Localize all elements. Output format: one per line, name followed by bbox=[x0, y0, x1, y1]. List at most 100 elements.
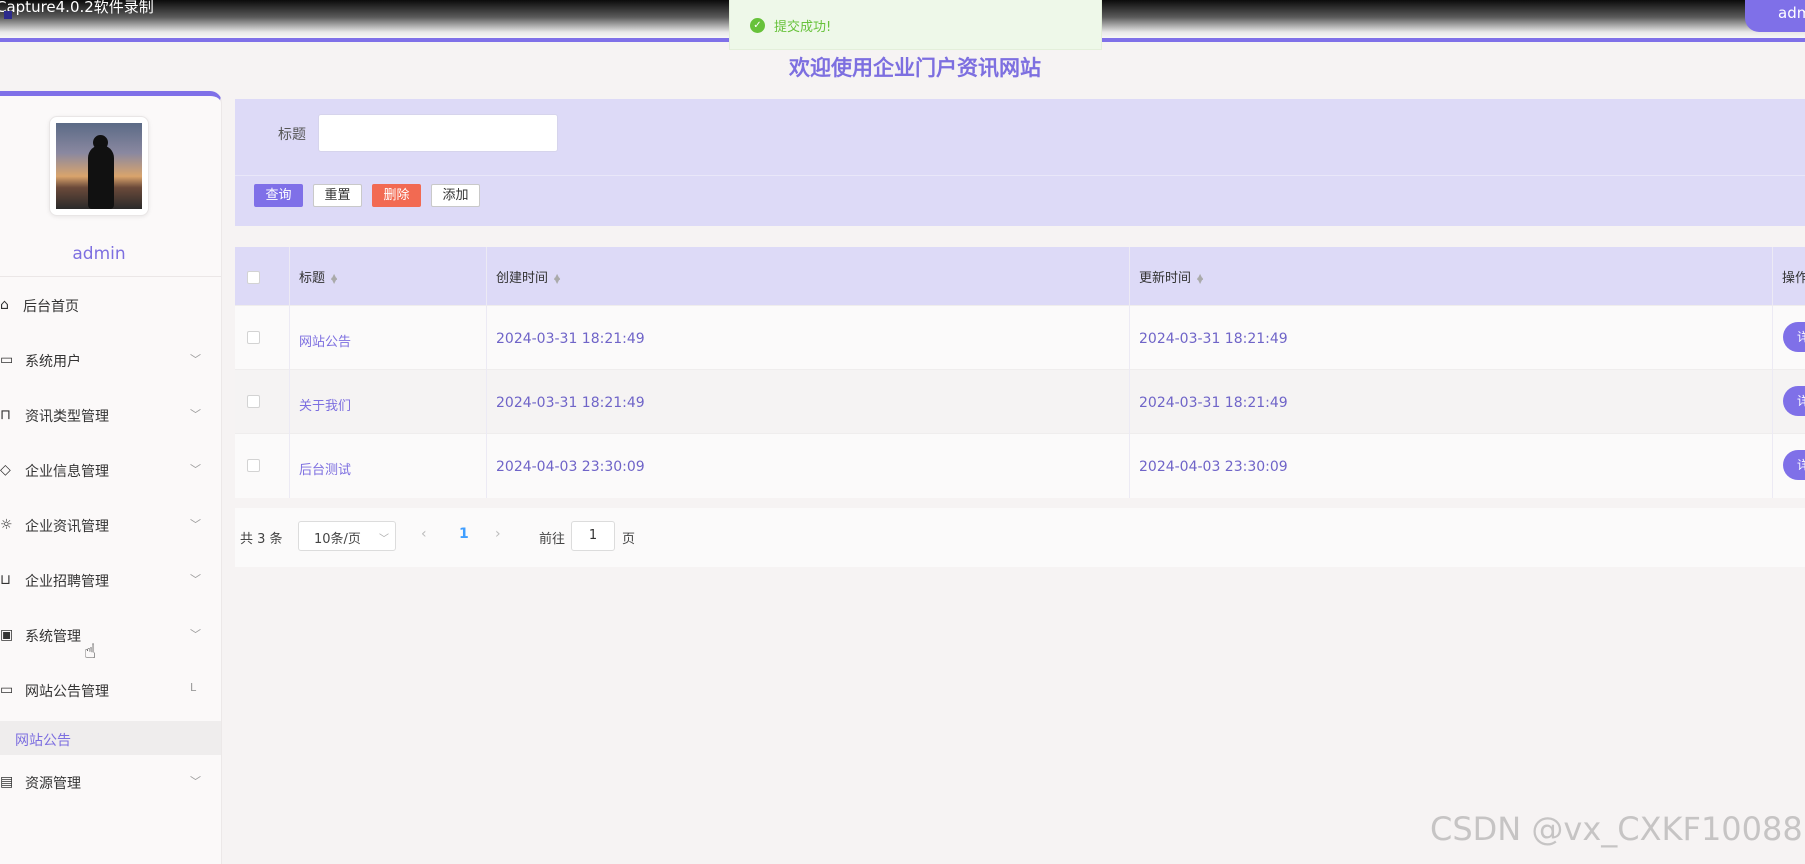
row-detail-button[interactable]: 详 bbox=[1783, 322, 1805, 352]
select-all-checkbox[interactable] bbox=[247, 271, 260, 284]
sidebar-subitem-announcement[interactable]: 网站公告 bbox=[0, 721, 221, 755]
row-created-time: 2024-03-31 18:21:49 bbox=[496, 395, 645, 411]
home-icon: ⌂ bbox=[0, 297, 9, 313]
row-title-link[interactable]: 网站公告 bbox=[299, 331, 351, 350]
row-title-link[interactable]: 关于我们 bbox=[299, 395, 351, 414]
column-header-title[interactable]: 标题 ▲ ▼ bbox=[299, 267, 337, 286]
sidebar-item-announcements[interactable]: ▭ 网站公告管理 ᒪ bbox=[0, 668, 221, 716]
inbox-icon: ⊔ bbox=[0, 572, 11, 588]
sort-icon[interactable]: ▲ ▼ bbox=[554, 272, 560, 284]
tag-icon: ◇ bbox=[0, 462, 11, 478]
sun-icon: ☼ bbox=[0, 517, 13, 533]
prev-page-button[interactable]: ‹ bbox=[421, 526, 427, 542]
check-circle-icon: ✓ bbox=[750, 18, 765, 33]
sidebar-item-label: 系统用户 bbox=[25, 354, 81, 370]
sidebar-item-label: 后台首页 bbox=[23, 299, 79, 315]
chevron-down-icon: ﹀ bbox=[190, 775, 201, 788]
sidebar-item-label: 网站公告管理 bbox=[25, 684, 109, 700]
row-created-time: 2024-03-31 18:21:49 bbox=[496, 331, 645, 347]
row-checkbox[interactable] bbox=[247, 459, 260, 472]
sidebar-item-home[interactable]: ⌂ 后台首页 bbox=[0, 283, 221, 331]
sidebar-username: admin bbox=[72, 244, 126, 264]
row-checkbox[interactable] bbox=[247, 331, 260, 344]
goto-label: 前往 bbox=[539, 532, 566, 547]
column-header-created[interactable]: 创建时间 ▲ ▼ bbox=[496, 267, 560, 286]
sidebar-item-label: 资源管理 bbox=[25, 776, 81, 792]
table-row[interactable]: 后台测试 2024-04-03 23:30:09 2024-04-03 23:3… bbox=[235, 433, 1805, 497]
sidebar-item-system-users[interactable]: ▭ 系统用户 ﹀ bbox=[0, 338, 221, 386]
chevron-down-icon: ﹀ bbox=[190, 353, 201, 366]
page-size-select[interactable]: 10条/页 ﹀ bbox=[298, 521, 396, 551]
caption-square-icon bbox=[4, 11, 12, 19]
chevron-down-icon: ﹀ bbox=[190, 408, 201, 421]
avatar[interactable] bbox=[49, 116, 149, 216]
title-search-input[interactable] bbox=[318, 114, 558, 152]
avatar-person-body bbox=[88, 145, 114, 209]
column-header-ops: 操作 bbox=[1782, 271, 1805, 286]
column-divider bbox=[1129, 247, 1130, 498]
search-panel: 标题 查询 重置 删除 添加 bbox=[235, 99, 1805, 226]
row-checkbox[interactable] bbox=[247, 395, 260, 408]
sidebar-item-label: 资讯类型管理 bbox=[25, 409, 109, 425]
row-detail-button[interactable]: 详 bbox=[1783, 386, 1805, 416]
user-menu-button[interactable]: admin bbox=[1745, 0, 1805, 32]
chevron-down-icon: ﹀ bbox=[379, 534, 389, 545]
table-header: 标题 ▲ ▼ 创建时间 ▲ ▼ 更新时间 ▲ ▼ 操作 bbox=[235, 247, 1805, 305]
sidebar-item-recruitment[interactable]: ⊔ 企业招聘管理 ﹀ bbox=[0, 558, 221, 606]
page-suffix-label: 页 bbox=[622, 532, 636, 547]
sidebar-item-news-types[interactable]: ⊓ 资讯类型管理 ﹀ bbox=[0, 393, 221, 441]
sidebar-item-label: 系统管理 bbox=[25, 629, 81, 645]
sidebar-item-label: 企业招聘管理 bbox=[25, 574, 109, 590]
sidebar-item-company-info[interactable]: ◇ 企业信息管理 ﹀ bbox=[0, 448, 221, 496]
column-header-label: 创建时间 bbox=[496, 271, 549, 286]
search-divider bbox=[235, 175, 1805, 176]
column-divider bbox=[486, 247, 487, 498]
chevron-down-icon: ﹀ bbox=[190, 573, 201, 586]
sort-icon[interactable]: ▲ ▼ bbox=[331, 272, 337, 284]
page-number-current[interactable]: 1 bbox=[459, 526, 469, 542]
sort-icon[interactable]: ▲ ▼ bbox=[1197, 272, 1203, 284]
clipboard-icon: ▣ bbox=[0, 627, 14, 643]
pagination-total: 共 3 条 bbox=[240, 532, 283, 547]
hand-cursor-icon: ☝ bbox=[84, 639, 97, 663]
column-header-label: 更新时间 bbox=[1139, 271, 1192, 286]
capture-caption: Capture4.0.2软件录制 bbox=[0, 0, 154, 16]
message-icon: ▭ bbox=[0, 682, 14, 698]
pagination: 共 3 条 10条/页 ﹀ ‹ 1 › 前往 1 页 bbox=[235, 508, 1805, 567]
sidebar-divider bbox=[0, 276, 221, 277]
add-button[interactable]: 添加 bbox=[431, 184, 480, 207]
row-updated-time: 2024-04-03 23:30:09 bbox=[1139, 459, 1288, 475]
bookmark-icon: ⊓ bbox=[0, 407, 11, 423]
success-toast: ✓ 提交成功! bbox=[729, 0, 1102, 50]
delete-button[interactable]: 删除 bbox=[372, 184, 421, 207]
avatar-photo bbox=[56, 123, 142, 209]
reset-button[interactable]: 重置 bbox=[313, 184, 362, 207]
goto-page-input[interactable]: 1 bbox=[571, 521, 615, 551]
column-header-updated[interactable]: 更新时间 ▲ ▼ bbox=[1139, 267, 1203, 286]
sidebar-item-system-management[interactable]: ▣ 系统管理 ﹀ bbox=[0, 613, 221, 661]
card-icon: ▤ bbox=[0, 774, 14, 790]
title-search-label: 标题 bbox=[278, 127, 306, 143]
sidebar-item-label: 企业资讯管理 bbox=[25, 519, 109, 535]
table-row[interactable]: 关于我们 2024-03-31 18:21:49 2024-03-31 18:2… bbox=[235, 369, 1805, 433]
sidebar: admin ⌂ 后台首页 ▭ 系统用户 ﹀ ⊓ 资讯类型管理 ﹀ ◇ 企业信息管… bbox=[0, 91, 222, 864]
query-button[interactable]: 查询 bbox=[254, 184, 303, 207]
row-title-link[interactable]: 后台测试 bbox=[299, 459, 351, 478]
row-detail-button[interactable]: 详 bbox=[1783, 450, 1805, 480]
next-page-button[interactable]: › bbox=[495, 526, 501, 542]
chevron-down-icon: ﹀ bbox=[190, 518, 201, 531]
chevron-down-icon: ﹀ bbox=[190, 463, 201, 476]
sidebar-item-company-news[interactable]: ☼ 企业资讯管理 ﹀ bbox=[0, 503, 221, 551]
chevron-up-icon: ᒪ bbox=[190, 681, 197, 694]
sidebar-item-label: 企业信息管理 bbox=[25, 464, 109, 480]
page-size-value: 10条/页 bbox=[314, 532, 361, 547]
column-header-label: 标题 bbox=[299, 271, 326, 286]
sidebar-item-resources[interactable]: ▤ 资源管理 ﹀ bbox=[0, 760, 221, 808]
chevron-down-icon: ﹀ bbox=[190, 628, 201, 641]
announcement-table: 标题 ▲ ▼ 创建时间 ▲ ▼ 更新时间 ▲ ▼ 操作 网站公告 2024-03-31 18… bbox=[235, 247, 1805, 498]
table-row[interactable]: 网站公告 2024-03-31 18:21:49 2024-03-31 18:2… bbox=[235, 305, 1805, 369]
page-title: 欢迎使用企业门户资讯网站 bbox=[789, 56, 1041, 80]
row-created-time: 2024-04-03 23:30:09 bbox=[496, 459, 645, 475]
column-divider bbox=[289, 247, 290, 498]
row-updated-time: 2024-03-31 18:21:49 bbox=[1139, 331, 1288, 347]
